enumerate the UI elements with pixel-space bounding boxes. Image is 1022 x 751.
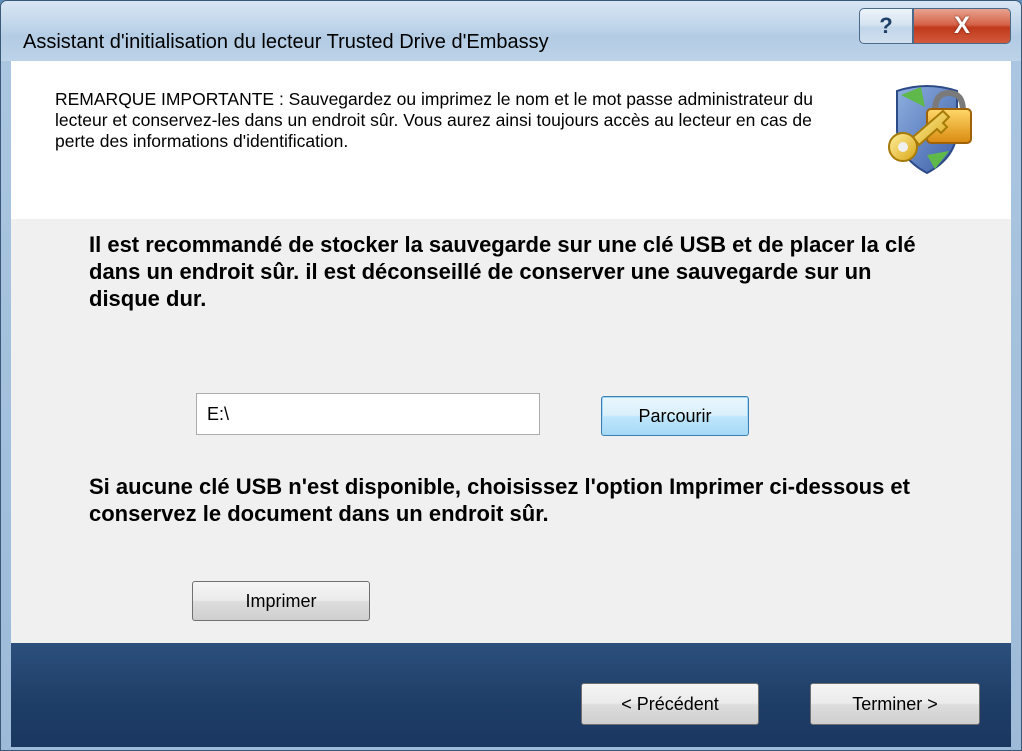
browse-button[interactable]: Parcourir bbox=[601, 396, 749, 436]
important-note: REMARQUE IMPORTANTE : Sauvegardez ou imp… bbox=[55, 89, 813, 151]
close-button[interactable]: X bbox=[913, 8, 1011, 44]
window-title: Assistant d'initialisation du lecteur Tr… bbox=[23, 31, 549, 53]
wizard-window: Assistant d'initialisation du lecteur Tr… bbox=[0, 0, 1022, 751]
wizard-content: REMARQUE IMPORTANTE : Sauvegardez ou imp… bbox=[11, 61, 1011, 747]
no-usb-instruction-text: Si aucune clé USB n'est disponible, choi… bbox=[89, 474, 910, 526]
previous-button[interactable]: < Précédent bbox=[581, 683, 759, 725]
header-banner: REMARQUE IMPORTANTE : Sauvegardez ou imp… bbox=[11, 61, 1011, 219]
close-icon: X bbox=[953, 12, 970, 39]
help-icon: ? bbox=[879, 13, 893, 38]
finish-button[interactable]: Terminer > bbox=[810, 683, 980, 725]
backup-path-input[interactable] bbox=[196, 393, 540, 435]
help-button[interactable]: ? bbox=[859, 8, 913, 44]
print-button[interactable]: Imprimer bbox=[192, 581, 370, 621]
title-bar[interactable]: Assistant d'initialisation du lecteur Tr… bbox=[1, 1, 1021, 61]
usb-recommendation-text: Il est recommandé de stocker la sauvegar… bbox=[89, 232, 916, 311]
wizard-footer: < Précédent Terminer > bbox=[11, 643, 1011, 747]
security-key-lock-icon bbox=[888, 85, 972, 175]
